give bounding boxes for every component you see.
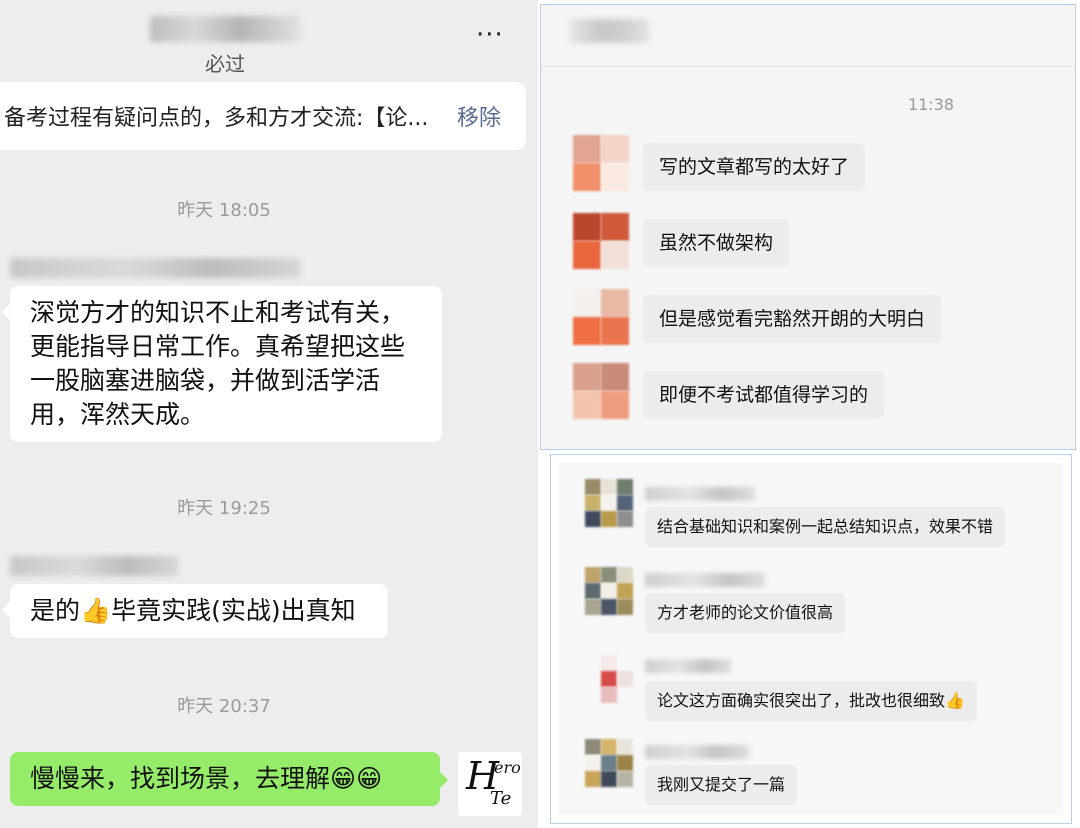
message-bubble[interactable]: 但是感觉看完豁然开朗的大明白 xyxy=(643,295,942,343)
avatar-pixelated[interactable] xyxy=(585,655,633,703)
message-bubble[interactable]: 写的文章都写的太好了 xyxy=(643,143,866,191)
avatar-pixelated[interactable] xyxy=(585,567,633,615)
sender-name-blurred xyxy=(645,659,731,673)
avatar-pixelated[interactable] xyxy=(573,289,629,345)
pinned-message-text: 备考过程有疑问点的，多和方才交流:【论... xyxy=(4,106,429,131)
message-timestamp: 昨天 19:25 xyxy=(177,498,271,519)
sender-name-blurred xyxy=(645,487,755,501)
chat-header xyxy=(541,5,1075,67)
avatar-pixelated[interactable] xyxy=(573,213,629,269)
pinned-message-banner[interactable]: 备考过程有疑问点的，多和方才交流:【论... 移除 xyxy=(0,82,526,150)
message-bubble[interactable]: 结合基础知识和案例一起总结知识点，效果不错 xyxy=(645,507,1006,547)
message-bubble[interactable]: 深觉方才的知识不止和考试有关，更能指导日常工作。真希望把这些一股脑塞进脑袋，并做… xyxy=(2,286,442,442)
sender-name-blurred xyxy=(10,258,300,278)
my-avatar[interactable]: H ero Te xyxy=(458,752,522,816)
sender-name-blurred xyxy=(645,573,765,587)
avatar-pixelated[interactable] xyxy=(573,363,629,419)
chat-title-blurred xyxy=(569,19,649,43)
message-bubble[interactable]: 是的👍毕竟实践(实战)出真知 xyxy=(2,584,388,638)
message-bubble[interactable]: 即便不考试都值得学习的 xyxy=(643,371,885,419)
avatar-pixelated[interactable] xyxy=(573,135,629,191)
avatar-pixelated[interactable] xyxy=(585,739,633,787)
more-options-icon[interactable]: ··· xyxy=(476,22,504,48)
left-chat-window: 必过 ··· 备考过程有疑问点的，多和方才交流:【论... 移除 昨天 18:0… xyxy=(0,0,538,828)
sender-name-blurred xyxy=(10,556,178,576)
remove-pinned-button[interactable]: 移除 xyxy=(457,100,501,132)
message-bubble[interactable]: 论文这方面确实很突出了，批改也很细致👍 xyxy=(645,681,977,721)
avatar-pixelated[interactable] xyxy=(585,479,633,527)
my-message-bubble[interactable]: 慢慢来，找到场景，去理解😁😁 xyxy=(10,752,448,806)
bottom-right-chat-window: 结合基础知识和案例一起总结知识点，效果不错 方才老师的论文价值很高 论文这方面确… xyxy=(550,454,1072,824)
message-timestamp: 昨天 20:37 xyxy=(177,696,271,717)
message-bubble[interactable]: 方才老师的论文价值很高 xyxy=(645,593,846,633)
message-bubble[interactable]: 我刚又提交了一篇 xyxy=(645,765,798,805)
message-bubble[interactable]: 虽然不做架构 xyxy=(643,219,790,267)
top-right-chat-window: 11:38 写的文章都写的太好了 虽然不做架构 但是感觉看完豁然开朗的大明白 即… xyxy=(540,4,1076,450)
sender-name-blurred xyxy=(645,745,749,759)
chat-subtitle: 必过 xyxy=(205,52,245,76)
message-timestamp: 昨天 18:05 xyxy=(177,200,271,221)
chat-title-blurred xyxy=(150,16,300,42)
chat-body: 结合基础知识和案例一起总结知识点，效果不错 方才老师的论文价值很高 论文这方面确… xyxy=(559,463,1063,815)
message-timestamp: 11:38 xyxy=(907,95,955,114)
